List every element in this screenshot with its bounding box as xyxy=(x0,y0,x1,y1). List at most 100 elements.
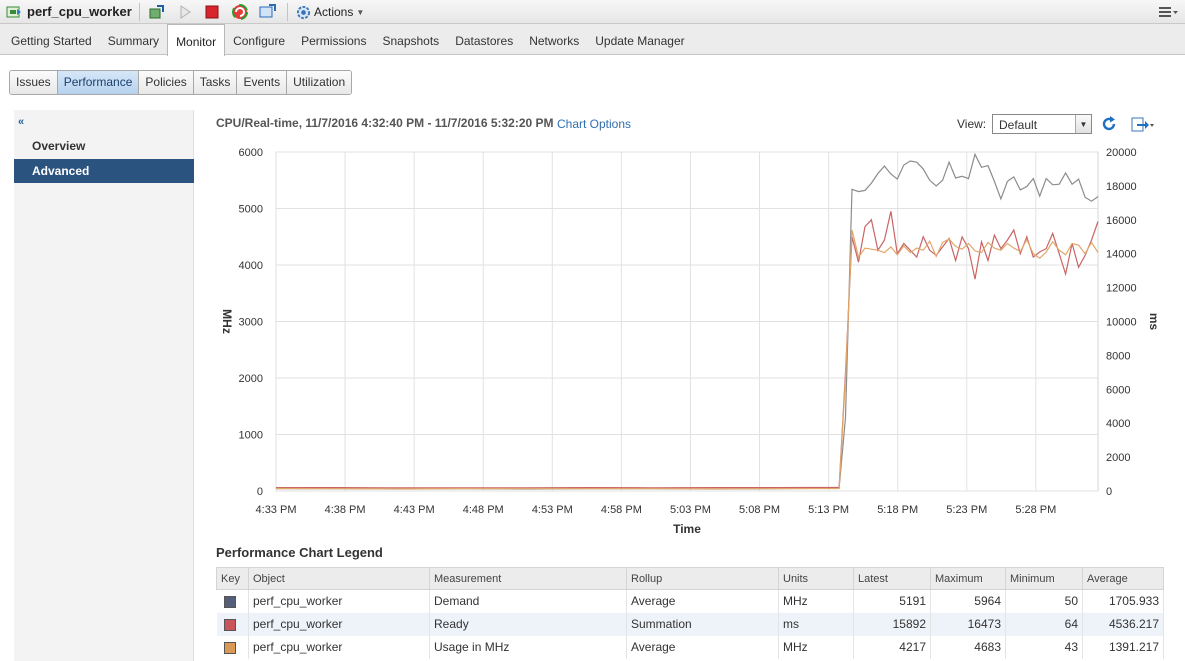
y-right-tick-label: 4000 xyxy=(1106,418,1130,430)
x-tick-label: 4:43 PM xyxy=(394,504,435,516)
console-button[interactable] xyxy=(258,3,278,21)
migrate-icon xyxy=(149,5,164,19)
col-maximum[interactable]: Maximum xyxy=(930,567,1006,590)
x-axis-label: Time xyxy=(673,522,701,536)
tab-getting-started[interactable]: Getting Started xyxy=(3,24,100,55)
legend-title: Performance Chart Legend xyxy=(216,545,383,560)
y-right-tick-label: 12000 xyxy=(1106,283,1137,295)
migrate-button[interactable] xyxy=(147,3,167,21)
legend-key xyxy=(216,589,249,613)
legend-key xyxy=(216,612,249,636)
y-right-tick-label: 18000 xyxy=(1106,181,1137,193)
legend-units: MHz xyxy=(778,589,854,613)
x-tick-label: 4:38 PM xyxy=(325,504,366,516)
legend-minimum: 43 xyxy=(1005,635,1083,659)
legend-maximum: 16473 xyxy=(930,612,1006,636)
legend-maximum: 4683 xyxy=(930,635,1006,659)
y-left-tick-label: 6000 xyxy=(239,147,263,159)
restart-button[interactable] xyxy=(230,3,250,21)
legend-rollup: Summation xyxy=(626,612,779,636)
tab-networks[interactable]: Networks xyxy=(521,24,587,55)
power-off-button[interactable] xyxy=(202,3,222,21)
col-minimum[interactable]: Minimum xyxy=(1005,567,1083,590)
legend-row[interactable]: perf_cpu_worker Ready Summation ms 15892… xyxy=(216,612,1164,636)
legend-rollup: Average xyxy=(626,635,779,659)
refresh-icon[interactable] xyxy=(1101,116,1117,132)
legend-measurement: Usage in MHz xyxy=(429,635,627,659)
main-tabs: Getting Started Summary Monitor Configur… xyxy=(0,24,1185,56)
subtab-tasks[interactable]: Tasks xyxy=(193,71,238,94)
title-bar: perf_cpu_worker Actions ▼ xyxy=(0,0,1185,24)
tab-monitor[interactable]: Monitor xyxy=(167,24,226,56)
tab-permissions[interactable]: Permissions xyxy=(293,24,374,55)
legend-average: 1705.933 xyxy=(1082,589,1164,613)
export-icon[interactable] xyxy=(1131,116,1155,132)
y-left-tick-label: 0 xyxy=(257,486,263,498)
chart-title: CPU/Real-time, 11/7/2016 4:32:40 PM - 11… xyxy=(216,116,554,130)
nav-item-advanced[interactable]: Advanced xyxy=(14,159,194,183)
collapse-icon[interactable]: « xyxy=(18,116,30,128)
y-right-tick-label: 2000 xyxy=(1106,452,1130,464)
col-measurement[interactable]: Measurement xyxy=(429,567,627,590)
subtab-policies[interactable]: Policies xyxy=(139,71,194,94)
tab-update-manager[interactable]: Update Manager xyxy=(587,24,692,55)
subtab-events[interactable]: Events xyxy=(237,71,288,94)
subtab-performance[interactable]: Performance xyxy=(57,71,140,94)
legend-rollup: Average xyxy=(626,589,779,613)
nav-item-overview[interactable]: Overview xyxy=(14,134,194,158)
y-right-tick-label: 0 xyxy=(1106,486,1112,498)
cpu-performance-chart: 0 1000 2000 3000 4000 5000 6000 0 2000 4000 6000 80… xyxy=(220,147,1161,536)
chart-options-link[interactable]: Chart Options xyxy=(557,117,631,131)
actions-menu[interactable]: Actions ▼ xyxy=(296,3,364,21)
chevron-down-icon: ▼ xyxy=(356,7,365,17)
legend-average: 4536.217 xyxy=(1082,612,1164,636)
tab-configure[interactable]: Configure xyxy=(225,24,293,55)
col-average[interactable]: Average xyxy=(1082,567,1164,590)
y-right-tick-label: 14000 xyxy=(1106,249,1137,261)
x-tick-label: 4:58 PM xyxy=(601,504,642,516)
x-tick-label: 5:18 PM xyxy=(877,504,918,516)
legend-minimum: 64 xyxy=(1005,612,1083,636)
legend-key xyxy=(216,635,249,659)
y-left-tick-label: 3000 xyxy=(239,317,263,329)
view-select[interactable]: Default ▼ xyxy=(992,114,1092,134)
vm-icon xyxy=(6,6,21,18)
legend-object: perf_cpu_worker xyxy=(248,589,430,613)
actions-label: Actions xyxy=(314,5,354,19)
color-swatch xyxy=(223,641,236,654)
y-left-tick-label: 2000 xyxy=(239,373,263,385)
x-tick-label: 5:08 PM xyxy=(739,504,780,516)
subtab-utilization[interactable]: Utilization xyxy=(287,71,352,94)
legend-row[interactable]: perf_cpu_worker Usage in MHz Average MHz… xyxy=(216,635,1164,659)
x-tick-label: 5:23 PM xyxy=(946,504,987,516)
legend-table: Key Object Measurement Rollup Units Late… xyxy=(216,567,1164,659)
col-latest[interactable]: Latest xyxy=(853,567,931,590)
color-swatch xyxy=(223,596,236,609)
col-object[interactable]: Object xyxy=(248,567,430,590)
col-rollup[interactable]: Rollup xyxy=(626,567,779,590)
tab-summary[interactable]: Summary xyxy=(100,24,167,55)
subtab-issues[interactable]: Issues xyxy=(10,71,58,94)
y-right-axis-label: ms xyxy=(1147,313,1161,331)
power-on-button[interactable] xyxy=(175,3,195,21)
y-left-tick-label: 1000 xyxy=(239,430,263,442)
left-nav: « Overview Advanced xyxy=(14,110,194,661)
console-icon xyxy=(259,4,276,18)
legend-average: 1391.217 xyxy=(1082,635,1164,659)
menu-icon[interactable] xyxy=(1157,4,1179,20)
toolbar-separator xyxy=(287,3,288,21)
legend-object: perf_cpu_worker xyxy=(248,612,430,636)
col-units[interactable]: Units xyxy=(778,567,854,590)
gear-icon xyxy=(296,5,311,19)
restart-icon xyxy=(232,4,248,20)
x-tick-label: 4:33 PM xyxy=(256,504,297,516)
vm-title: perf_cpu_worker xyxy=(27,4,132,19)
tab-datastores[interactable]: Datastores xyxy=(447,24,521,55)
legend-measurement: Ready xyxy=(429,612,627,636)
col-key[interactable]: Key xyxy=(216,567,249,590)
x-tick-label: 5:13 PM xyxy=(808,504,849,516)
legend-latest: 4217 xyxy=(853,635,931,659)
x-tick-label: 5:28 PM xyxy=(1015,504,1056,516)
tab-snapshots[interactable]: Snapshots xyxy=(374,24,447,55)
legend-row[interactable]: perf_cpu_worker Demand Average MHz 5191 … xyxy=(216,589,1164,613)
